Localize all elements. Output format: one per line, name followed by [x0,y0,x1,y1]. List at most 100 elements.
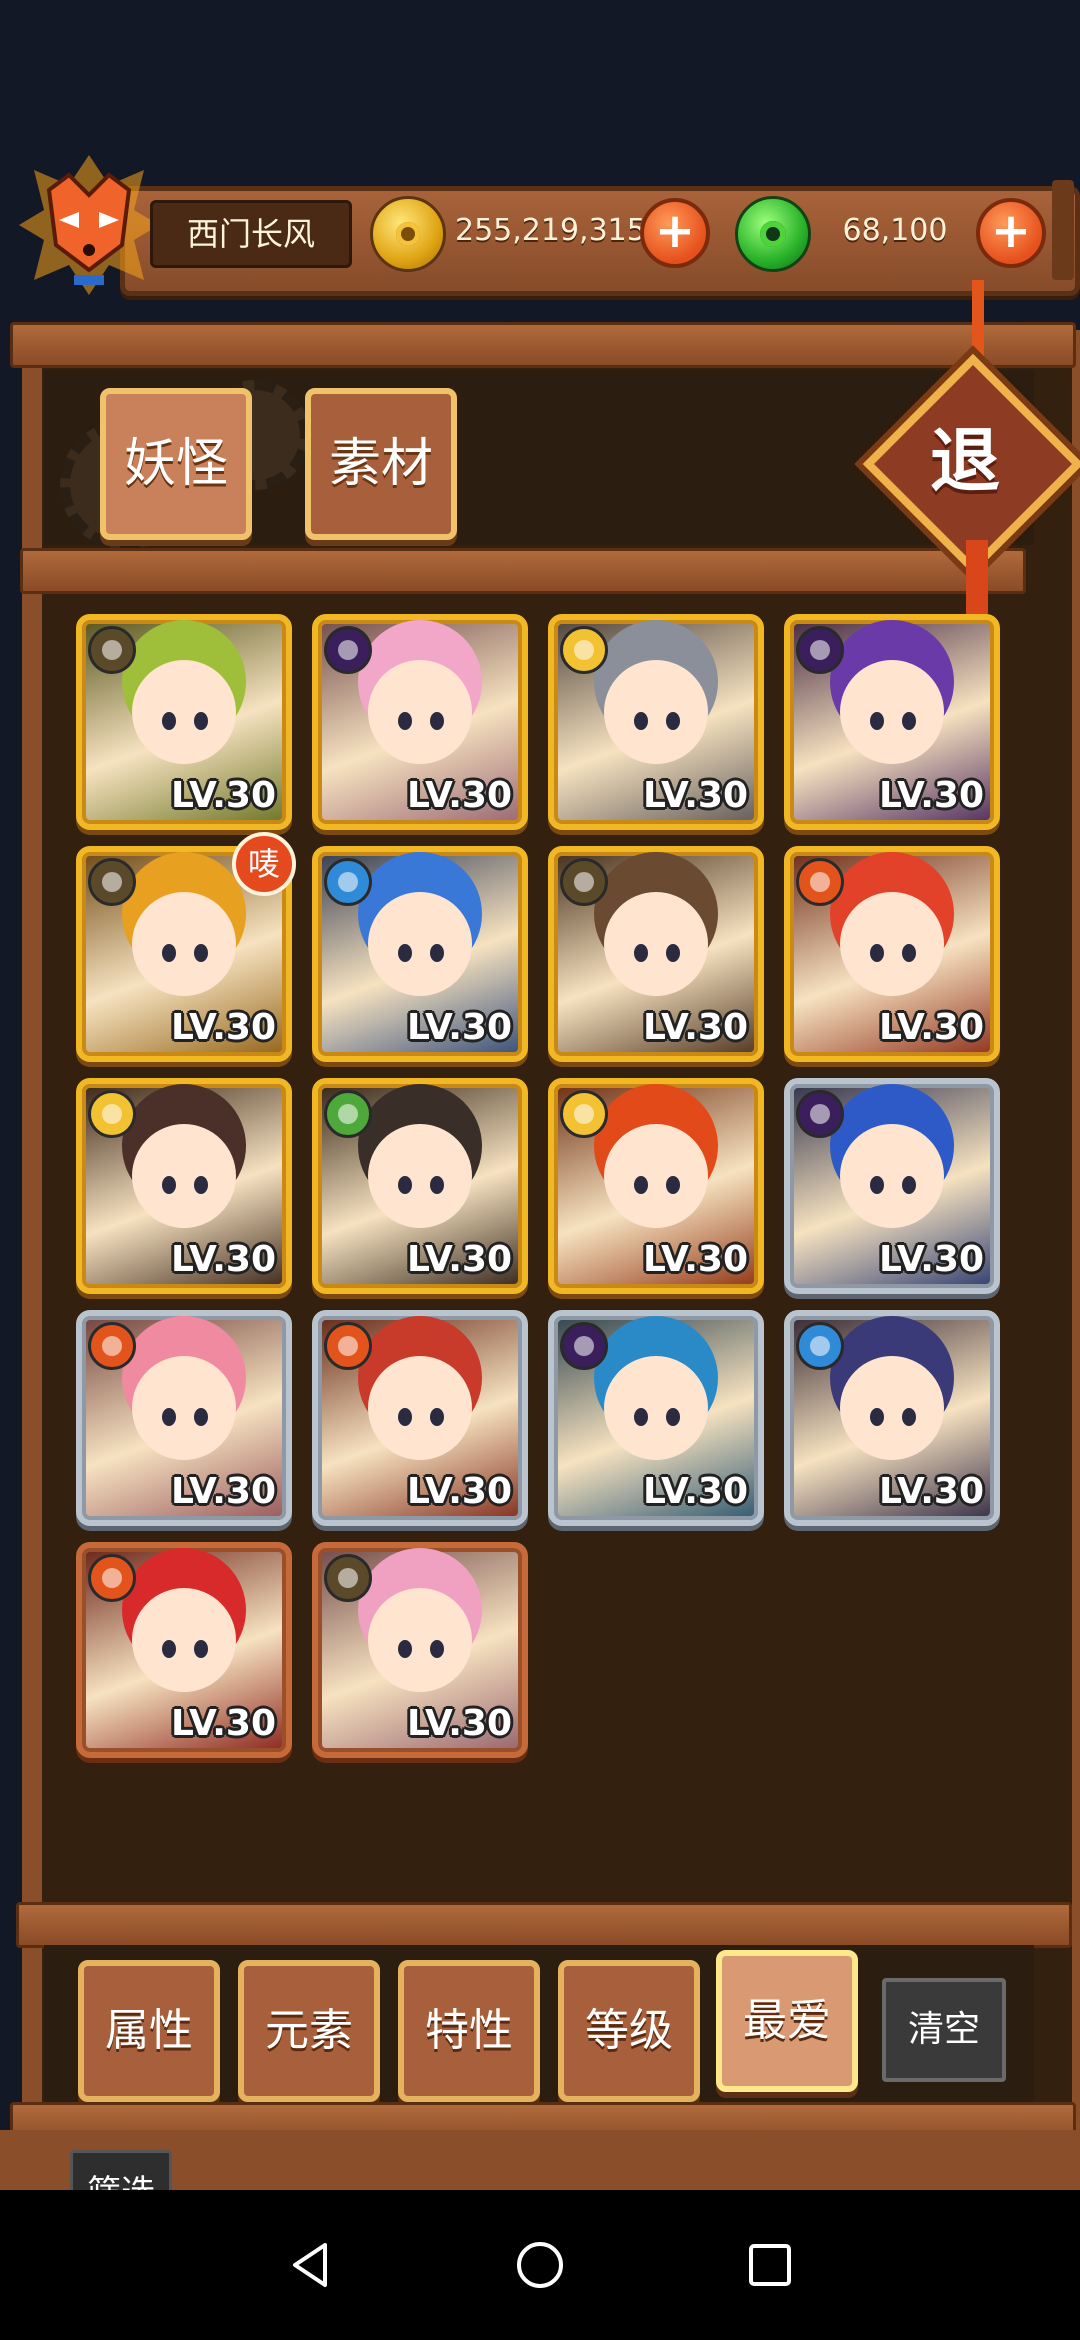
hero-card[interactable]: LV.30 [548,614,764,830]
hero-eye [398,1176,412,1194]
wood-element-icon [324,1090,372,1138]
hero-portrait [132,892,236,996]
hero-level: LV.30 [879,1471,984,1512]
hero-eye [666,712,680,730]
hero-level: LV.30 [407,775,512,816]
hero-level: LV.30 [407,1239,512,1280]
player-name: 西门长风 [150,200,352,268]
hero-level: LV.30 [171,1471,276,1512]
hero-eye [634,712,648,730]
hero-level: LV.30 [879,775,984,816]
hero-eye [870,1176,884,1194]
hero-level: LV.30 [879,1239,984,1280]
hero-card[interactable]: LV.30 [76,1542,292,1758]
hero-portrait [368,892,472,996]
hero-eye [634,944,648,962]
hero-eye [902,712,916,730]
hero-card[interactable]: LV.30 [312,846,528,1062]
hero-eye [870,1408,884,1426]
hero-card[interactable]: LV.30 [76,614,292,830]
hero-card[interactable]: LV.30 [548,1078,764,1294]
tab-materials[interactable]: 素材 [305,388,457,540]
back-icon[interactable] [285,2240,335,2290]
hero-level: LV.30 [171,1703,276,1744]
hero-card[interactable]: LV.30 [312,1542,528,1758]
hero-portrait [604,660,708,764]
hero-eye [666,1176,680,1194]
earth-element-icon [88,858,136,906]
dark-element-icon [796,626,844,674]
hero-eye [634,1176,648,1194]
hero-card[interactable]: LV.30 [548,846,764,1062]
hero-level: LV.30 [171,1239,276,1280]
hero-eye [162,1640,176,1658]
hero-portrait [368,1588,472,1692]
hero-eye [902,944,916,962]
hero-card[interactable]: LV.30 [76,1078,292,1294]
fox-mask-icon [19,155,159,295]
hero-card[interactable]: LV.30 [784,1310,1000,1526]
add-gold-button[interactable]: + [640,198,710,268]
hero-eye [398,712,412,730]
hero-eye [666,1408,680,1426]
hero-card[interactable]: LV.30 [784,846,1000,1062]
tab-monsters[interactable]: 妖怪 [100,388,252,540]
bottom-beam [16,1902,1072,1948]
hero-portrait [368,660,472,764]
filter-element-button[interactable]: 元素 [238,1960,380,2102]
hero-eye [162,712,176,730]
hero-card[interactable]: LV.30 [312,1310,528,1526]
gold-coin-icon [370,196,446,272]
hero-level: LV.30 [407,1007,512,1048]
hero-status-badge: 唛 [232,832,296,896]
hero-eye [902,1176,916,1194]
light-element-icon [88,1090,136,1138]
dark-element-icon [324,626,372,674]
hero-portrait [132,1356,236,1460]
hero-card[interactable]: LV.30 [76,1310,292,1526]
hero-card[interactable]: LV.30 [784,1078,1000,1294]
hero-eye [666,944,680,962]
home-icon[interactable] [515,2240,565,2290]
filter-attribute-button[interactable]: 属性 [78,1960,220,2102]
hero-level: LV.30 [171,1007,276,1048]
light-element-icon [560,1090,608,1138]
hero-level: LV.30 [643,1471,748,1512]
water-element-icon [796,1322,844,1370]
hero-level: LV.30 [407,1471,512,1512]
hero-portrait [840,1356,944,1460]
clear-button[interactable]: 清空 [882,1978,1006,2082]
hero-card[interactable]: LV.30 [548,1310,764,1526]
player-avatar[interactable] [14,150,164,300]
add-jade-button[interactable]: + [976,198,1046,268]
hero-eye [398,1640,412,1658]
filter-trait-button[interactable]: 特性 [398,1960,540,2102]
hero-eye [194,1640,208,1658]
hero-eye [870,712,884,730]
hero-eye [194,1408,208,1426]
hero-portrait [840,660,944,764]
top-beam [10,322,1076,368]
hero-eye [870,944,884,962]
hero-eye [430,1176,444,1194]
hero-eye [398,1408,412,1426]
hero-eye [162,1408,176,1426]
hero-portrait [604,1124,708,1228]
hero-eye [398,944,412,962]
hero-card[interactable]: LV.30 [312,1078,528,1294]
hero-eye [430,1408,444,1426]
resource-bar-handle [1052,180,1074,280]
earth-element-icon [560,858,608,906]
earth-element-icon [88,626,136,674]
hero-eye [194,944,208,962]
filter-level-button[interactable]: 等级 [558,1960,700,2102]
hero-portrait [840,892,944,996]
hero-card[interactable]: LV.30 [312,614,528,830]
hero-portrait [132,1124,236,1228]
hero-eye [162,1176,176,1194]
water-element-icon [324,858,372,906]
filter-favorite-button[interactable]: 最爱 [716,1950,858,2092]
hero-eye [194,712,208,730]
recents-icon[interactable] [745,2240,795,2290]
hero-card[interactable]: LV.30 [784,614,1000,830]
